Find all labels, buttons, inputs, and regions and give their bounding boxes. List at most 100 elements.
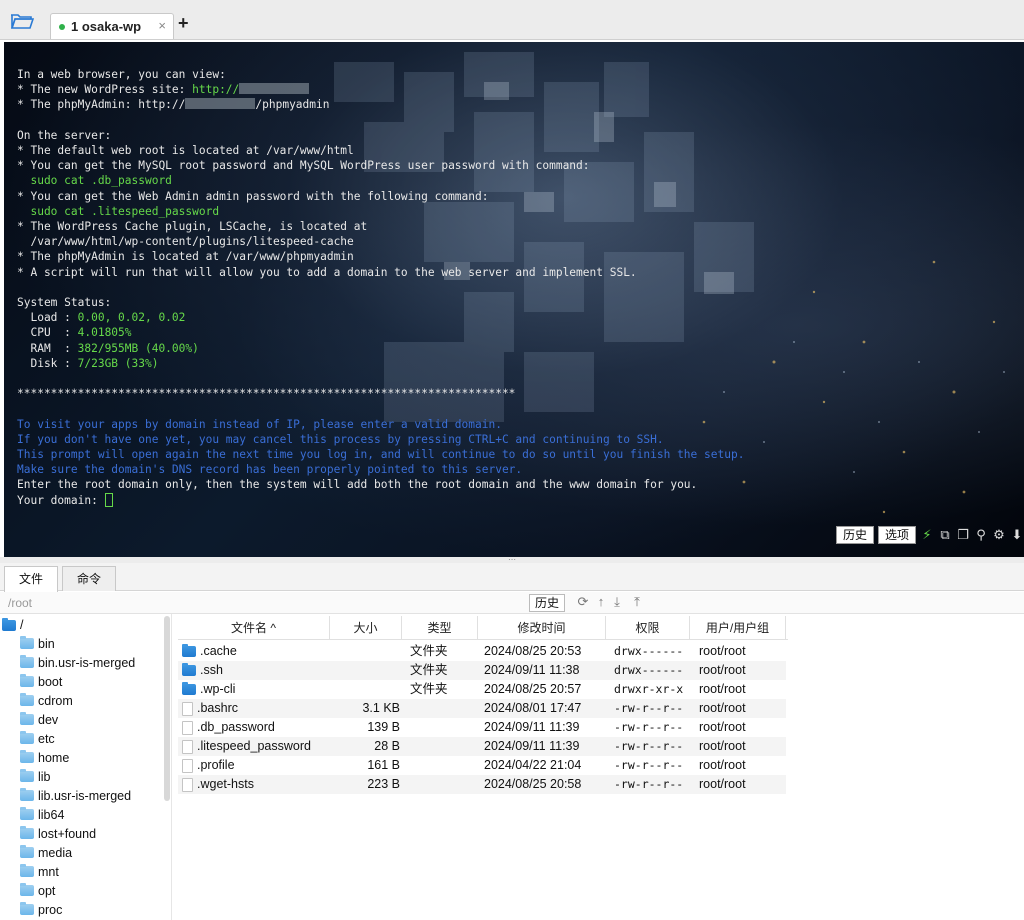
refresh-icon[interactable]: ⟳ [576, 595, 590, 609]
file-owner-cell: root/root [699, 663, 746, 677]
add-tab-button[interactable]: + [178, 14, 189, 32]
column-mtime[interactable]: 修改时间 [478, 616, 606, 640]
tree-item[interactable]: lib [20, 767, 51, 786]
tree-scrollbar[interactable] [164, 616, 170, 801]
table-row[interactable]: .wp-cli 文件夹 2024/08/25 20:57 drwxr-xr-x root… [178, 680, 786, 699]
column-owner[interactable]: 用户/用户组 [690, 616, 786, 640]
tab-osaka-wp[interactable]: 1 osaka-wp × [50, 13, 174, 39]
path-input[interactable]: /root [8, 596, 32, 610]
file-owner-cell: root/root [699, 682, 746, 696]
upload-icon[interactable]: ⤒ [630, 595, 644, 609]
directory-tree: / bin bin.usr-is-merged boot cdrom dev e… [0, 614, 172, 920]
tree-root[interactable]: / [2, 616, 23, 634]
table-row[interactable]: .profile 161 B 2024/04/22 21:04 -rw-r--r-- r… [178, 756, 786, 775]
gear-icon[interactable]: ⚙ [992, 528, 1006, 542]
table-row[interactable]: .bashrc 3.1 KB 2024/08/01 17:47 -rw-r--r-- r… [178, 699, 786, 718]
file-mtime-cell: 2024/08/25 20:57 [484, 682, 582, 696]
terminal-view[interactable]: In a web browser, you can view: * The ne… [4, 42, 1024, 557]
column-name[interactable]: 文件名 ^ [178, 616, 330, 640]
file-name-cell: .db_password [182, 718, 275, 737]
tree-item[interactable]: home [20, 748, 69, 767]
folder-icon [20, 712, 34, 725]
file-size-cell: 28 B [374, 739, 400, 753]
file-type-cell: 文件夹 [410, 663, 448, 677]
tree-item[interactable]: cdrom [20, 691, 73, 710]
tree-item[interactable]: media [20, 843, 72, 862]
file-size-cell: 161 B [367, 758, 400, 772]
file-mtime-cell: 2024/09/11 11:39 [484, 720, 580, 734]
table-row[interactable]: .ssh 文件夹 2024/09/11 11:38 drwx------ root/ro… [178, 661, 786, 680]
tree-item[interactable]: lost+found [20, 824, 96, 843]
table-row[interactable]: .wget-hsts 223 B 2024/08/25 20:58 -rw-r--r-… [178, 775, 786, 794]
tree-item[interactable]: boot [20, 672, 62, 691]
file-table: 文件名 ^ 大小 类型 修改时间 权限 用户/用户组 .cache 文件夹 2024… [178, 614, 1024, 920]
folder-open-icon[interactable] [10, 12, 34, 30]
folder-icon [20, 864, 34, 877]
folder-icon [20, 750, 34, 763]
path-bar: /root 历史 ⟳ ↑ ⤓ ⤒ [0, 592, 1024, 614]
terminal-history-button[interactable]: 历史 [835, 526, 874, 544]
tree-item[interactable]: bin [20, 634, 55, 653]
file-perm-cell: drwx------ [614, 663, 684, 677]
tree-item[interactable]: lib64 [20, 805, 64, 824]
tree-item[interactable]: mnt [20, 862, 59, 881]
file-name-cell: .profile [182, 756, 235, 775]
file-mtime-cell: 2024/09/11 11:38 [484, 663, 580, 677]
table-row[interactable]: .litespeed_password 28 B 2024/09/11 11:39 -… [178, 737, 786, 756]
file-name: .wget-hsts [197, 777, 254, 791]
file-type-cell: 文件夹 [410, 644, 448, 658]
search-icon[interactable]: ⚲ [974, 528, 988, 542]
tab-commands[interactable]: 命令 [62, 566, 116, 591]
file-perm-cell: -rw-r--r-- [614, 701, 684, 715]
terminal-output: In a web browser, you can view: * The ne… [17, 68, 745, 507]
tree-item[interactable]: dev [20, 710, 58, 729]
file-size-cell [332, 642, 400, 661]
file-size-cell: 223 B [367, 777, 400, 791]
file-owner-cell: root/root [699, 739, 746, 753]
tab-files[interactable]: 文件 [4, 566, 58, 592]
path-history-button[interactable]: 历史 [529, 594, 566, 612]
file-icon [182, 758, 193, 773]
folder-icon [20, 826, 34, 839]
lightning-icon[interactable]: ⚡ [920, 528, 934, 542]
paste-icon[interactable]: ❐ [956, 528, 970, 542]
file-owner-cell: root/root [699, 720, 746, 734]
connected-status-dot [59, 24, 65, 30]
folder-icon [20, 731, 34, 744]
tree-item[interactable]: etc [20, 729, 55, 748]
file-owner-cell: root/root [699, 777, 746, 791]
file-type-cell: 文件夹 [410, 682, 448, 696]
folder-icon [20, 636, 34, 649]
terminal-options-button[interactable]: 选项 [877, 526, 916, 544]
file-owner-cell: root/root [699, 758, 746, 772]
tree-item[interactable]: opt [20, 881, 55, 900]
download-icon[interactable]: ⬇ [1010, 528, 1024, 542]
file-mtime-cell: 2024/08/25 20:53 [484, 644, 582, 658]
tab-label: 1 osaka-wp [71, 19, 142, 34]
folder-icon [20, 655, 34, 668]
column-size[interactable]: 大小 [330, 616, 402, 640]
folder-icon [20, 845, 34, 858]
table-row[interactable]: .cache 文件夹 2024/08/25 20:53 drwx------ root/… [178, 642, 786, 661]
table-row[interactable]: .db_password 139 B 2024/09/11 11:39 -rw-r--… [178, 718, 786, 737]
tree-item[interactable]: proc [20, 900, 62, 919]
file-perm-cell: -rw-r--r-- [614, 739, 684, 753]
file-mtime-cell: 2024/08/01 17:47 [484, 701, 582, 715]
folder-icon [20, 902, 34, 915]
file-size-cell [332, 661, 400, 680]
column-type[interactable]: 类型 [402, 616, 478, 640]
close-icon[interactable]: × [158, 18, 166, 33]
file-perm-cell: -rw-r--r-- [614, 777, 684, 791]
up-arrow-icon[interactable]: ↑ [594, 595, 608, 609]
download-icon[interactable]: ⤓ [610, 595, 624, 609]
copy-icon[interactable]: ⧉ [938, 528, 952, 542]
file-owner-cell: root/root [699, 701, 746, 715]
tree-item[interactable]: bin.usr-is-merged [20, 653, 135, 672]
folder-icon [20, 883, 34, 896]
file-name-cell: .wget-hsts [182, 775, 254, 794]
tree-item[interactable]: lib.usr-is-merged [20, 786, 131, 805]
column-permissions[interactable]: 权限 [606, 616, 690, 640]
file-name: .db_password [197, 720, 275, 734]
file-name: .wp-cli [200, 682, 236, 696]
file-mtime-cell: 2024/04/22 21:04 [484, 758, 582, 772]
